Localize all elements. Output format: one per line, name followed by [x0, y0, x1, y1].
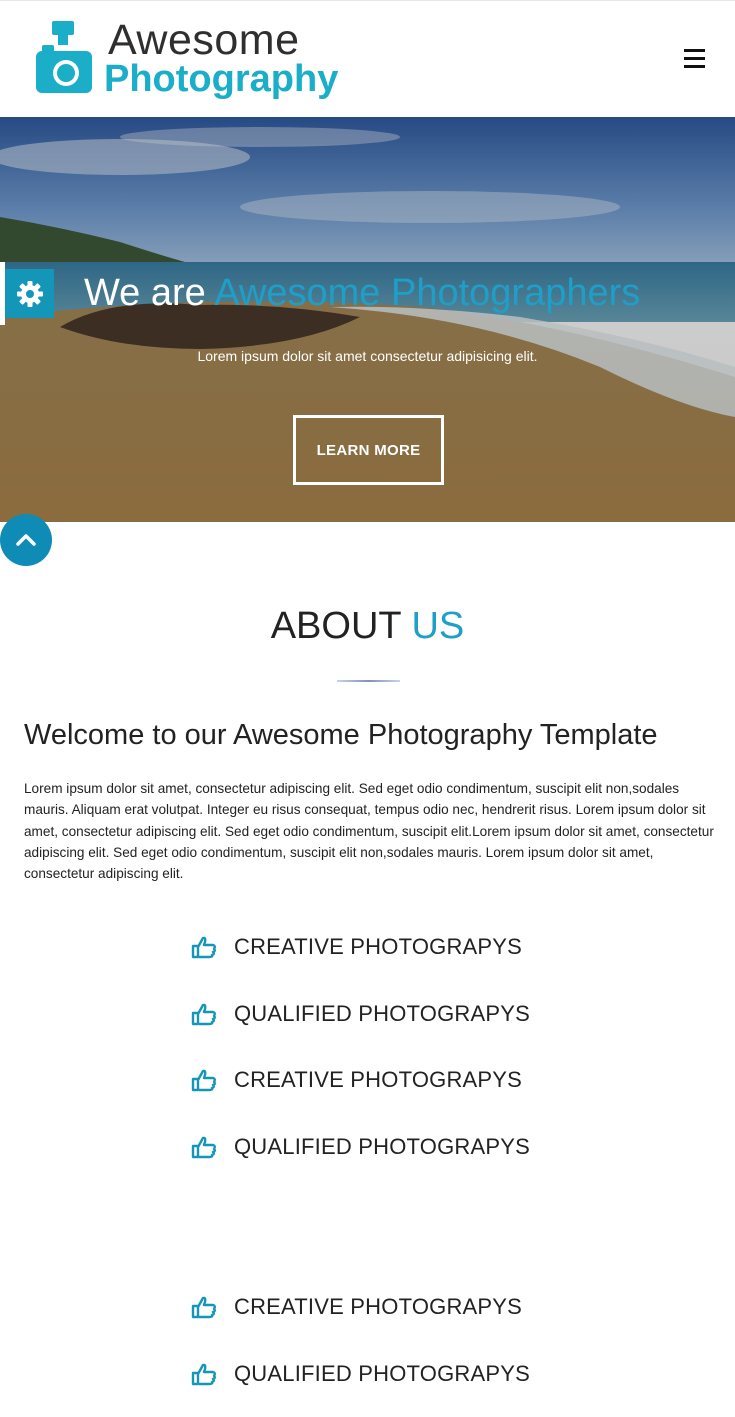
- hero-banner: We are Awesome Photographers Lorem ipsum…: [0, 117, 735, 522]
- chevron-up-icon[interactable]: [0, 514, 52, 566]
- site-header: Awesome Photography: [0, 0, 735, 117]
- thumbs-up-icon: [190, 1132, 220, 1162]
- list-item: QUALIFIED PHOTOGRAPYS: [190, 1357, 590, 1391]
- gear-icon[interactable]: [5, 269, 54, 318]
- thumbs-up-icon: [190, 999, 220, 1029]
- feature-label: CREATIVE PHOTOGRAPYS: [234, 934, 523, 959]
- thumbs-up-icon: [190, 932, 220, 962]
- heading-divider: [337, 680, 400, 682]
- list-item: QUALIFIED PHOTOGRAPYS: [190, 1130, 590, 1164]
- about-heading: ABOUT US: [0, 603, 735, 649]
- list-item: CREATIVE PHOTOGRAPYS: [190, 930, 590, 964]
- feature-label: QUALIFIED PHOTOGRAPYS: [234, 1361, 530, 1386]
- about-paragraph: Lorem ipsum dolor sit amet, consectetur …: [24, 781, 714, 882]
- thumbs-up-icon: [190, 1359, 220, 1389]
- list-item: CREATIVE PHOTOGRAPYS: [190, 1063, 590, 1097]
- about-heading-accent: US: [411, 605, 465, 647]
- learn-more-button[interactable]: LEARN MORE: [293, 415, 444, 485]
- feature-label: QUALIFIED PHOTOGRAPYS: [234, 1134, 530, 1159]
- hero-subtitle: Lorem ipsum dolor sit amet consectetur a…: [197, 348, 538, 364]
- about-heading-plain: ABOUT: [270, 605, 412, 647]
- camera-logo-icon: [36, 21, 92, 93]
- hero-title-plain: We are: [84, 272, 215, 314]
- list-item: CREATIVE PHOTOGRAPYS: [190, 1290, 590, 1324]
- settings-tab[interactable]: [0, 262, 54, 325]
- thumbs-up-icon: [190, 1065, 220, 1095]
- hero-title: We are Awesome Photographers: [84, 271, 640, 315]
- welcome-heading: Welcome to our Awesome Photography Templ…: [24, 719, 658, 751]
- site-logo[interactable]: Awesome Photography: [36, 17, 339, 101]
- hamburger-icon[interactable]: [684, 49, 706, 69]
- hero-title-accent: Awesome Photographers: [214, 272, 641, 314]
- feature-label: CREATIVE PHOTOGRAPYS: [234, 1294, 523, 1319]
- thumbs-up-icon: [190, 1292, 220, 1322]
- feature-label: CREATIVE PHOTOGRAPYS: [234, 1067, 523, 1092]
- list-item: QUALIFIED PHOTOGRAPYS: [190, 997, 590, 1031]
- feature-label: QUALIFIED PHOTOGRAPYS: [234, 1001, 530, 1026]
- logo-text-photography: Photography: [104, 58, 339, 100]
